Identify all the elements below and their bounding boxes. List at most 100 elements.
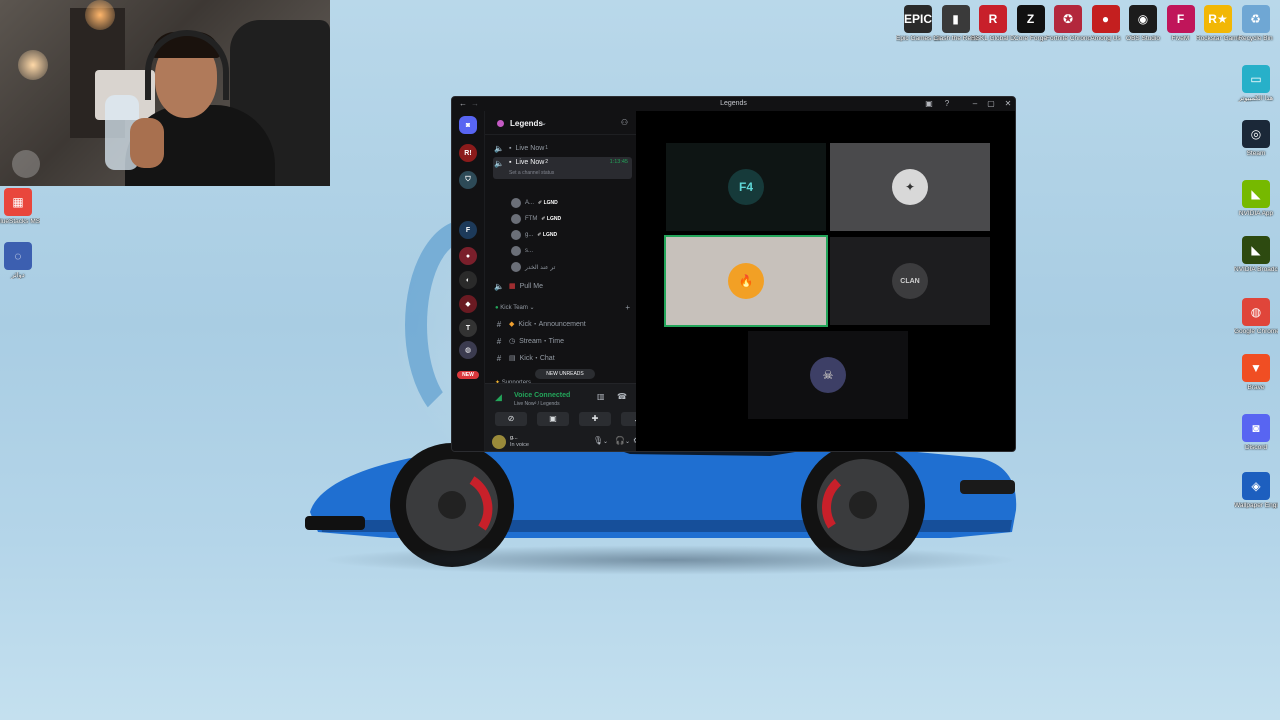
bluestacks-icon: ▦ (4, 188, 32, 216)
chevron-down-icon: ⌄ (541, 120, 547, 127)
tile-clan[interactable]: CLAN (830, 237, 990, 325)
new-unreads-button[interactable]: NEW UNREADS (535, 369, 595, 379)
server-r-icon[interactable]: R! (459, 144, 477, 162)
brave-icon: ▼ (1242, 354, 1270, 382)
text-channel-kick-chat[interactable]: # ▤ Kick・Chat (493, 351, 632, 365)
member-name: g... (525, 232, 534, 238)
inbox-icon[interactable]: ▣ (924, 99, 934, 109)
minimize-button[interactable]: – (970, 99, 980, 109)
tile-f4[interactable]: F4 (666, 143, 826, 231)
headphones-icon[interactable]: 🎧 (615, 436, 625, 445)
channel-name: Live Now (515, 159, 545, 166)
tile-fire[interactable]: 🔥 (664, 235, 828, 327)
obs-icon: ◉ (1129, 5, 1157, 33)
desktop-icon-label: Google Chrome (1234, 328, 1278, 335)
member-name: A... (525, 200, 535, 206)
participant-avatar: ✦ (892, 169, 928, 205)
server-dark-icon[interactable]: ◐ (459, 271, 477, 289)
disconnect-icon[interactable]: ☎ (617, 392, 627, 401)
category-kick-team[interactable]: ● Kick Team ⌄ (495, 304, 535, 311)
desktop-icon[interactable]: ▭ هذا الكمبيوتر (1234, 65, 1278, 102)
server-red2-icon[interactable]: ◆ (459, 295, 477, 313)
nvidia-broadcast-icon: ◣ (1242, 236, 1270, 264)
server-f-icon[interactable]: F (459, 221, 477, 239)
desktop-icon[interactable]: ◎ Steam (1234, 120, 1278, 157)
new-unreads-label: NEW UNREADS (546, 371, 584, 377)
server-red-icon[interactable]: ● (459, 247, 477, 265)
desktop-icon[interactable]: ◣ NVIDIA App (1234, 180, 1278, 217)
discord-icon: ◙ (1242, 414, 1270, 442)
guild-header[interactable]: Legends ⌄ ⚇ (485, 111, 636, 135)
mic-chevron-icon[interactable]: ⌄ (603, 438, 608, 445)
desktop-icon-label: NVIDIA Broadcast (1234, 266, 1278, 273)
user-status: In voice (510, 442, 529, 448)
member-tag: ✐ LGND (541, 216, 562, 222)
webcam-corner-icon (12, 150, 40, 178)
desktop-icon[interactable]: ◍ Google Chrome (1234, 298, 1278, 335)
voice-channel-pull-me[interactable]: 🔈 ▦ Pull Me (493, 279, 632, 293)
desktop-icon-label: BlueStacks MSI2 Insta... (0, 218, 40, 225)
voice-channel-path[interactable]: Live Now² / Legends (514, 401, 560, 407)
among-us-icon: ● (1091, 5, 1120, 33)
voice-channel-live-now-2[interactable]: 🔈 ▪ Live Now 2 1:13:45 Set a channel sta… (493, 157, 632, 179)
desktop-icon[interactable]: ◙ Discord (1234, 414, 1278, 451)
discord-home-icon[interactable]: ◙ (459, 116, 477, 134)
voice-channel-live-now-1[interactable]: 🔈 ▪ Live Now 1 (493, 141, 632, 155)
desktop-icon[interactable]: ◌ دوائر (0, 242, 40, 279)
text-channel-stream-time[interactable]: # ◷ Stream・Time (493, 334, 632, 348)
channel-emoji-icon: ◆ (509, 321, 515, 328)
clock-icon: ◷ (509, 338, 516, 345)
discord-window: ← → Legends ▣ ? – ▢ ✕ ◙ R! ⛉ F ● ◐ ◆ T ◍ NEW Le… (451, 96, 1016, 452)
audio-chevron-icon[interactable]: ⌄ (625, 438, 630, 445)
voice-member[interactable]: s... (511, 244, 533, 258)
member-tag: ✐ LGND (537, 232, 558, 238)
member-avatar (511, 198, 521, 208)
note-icon: ▤ (509, 355, 516, 362)
screen-share-button[interactable]: ▣ (537, 412, 569, 426)
desktop-icon[interactable]: ▼ Brave (1234, 354, 1278, 391)
voice-connected-status[interactable]: Voice Connected (514, 392, 570, 399)
desktop-icon[interactable]: ◣ NVIDIA Broadcast (1234, 236, 1278, 273)
title-bar: ← → Legends ▣ ? – ▢ ✕ (452, 97, 1015, 111)
desktop-icon[interactable]: ◈ Wallpaper Engine (1234, 472, 1278, 509)
microphone-icon[interactable]: 🎙 (593, 436, 603, 445)
help-icon[interactable]: ? (942, 99, 952, 109)
add-channel-icon[interactable]: + (625, 303, 630, 312)
desktop-icon-label: Steam (1246, 150, 1266, 157)
text-channel-kick-announcement[interactable]: # ◆ Kick・Announcement (493, 317, 632, 331)
channel-name: Live Now (515, 144, 545, 152)
channel-name: Kick・Chat (519, 355, 555, 362)
channel-name: Pull Me (519, 282, 543, 290)
rockstar-icon: R★ (1204, 5, 1232, 33)
member-avatar (511, 262, 521, 272)
desktop-icon[interactable]: ♻ Recycle Bin (1234, 5, 1278, 42)
server-globe-icon[interactable]: ◍ (459, 341, 477, 359)
recycle-bin-icon: ♻ (1241, 5, 1270, 33)
close-button[interactable]: ✕ (1003, 99, 1013, 109)
voice-member[interactable]: تر عند الخدر (511, 260, 555, 274)
voice-stage-grid: F4 ✦ 🔥 CLAN ☠ (636, 111, 1015, 451)
maximize-button[interactable]: ▢ (986, 99, 996, 109)
activities-button[interactable]: ✚ (579, 412, 611, 426)
tile-grey[interactable]: ✦ (830, 143, 990, 231)
tile-skull[interactable]: ☠ (748, 331, 908, 419)
participant-avatar: 🔥 (728, 263, 764, 299)
hash-icon: # (496, 319, 502, 329)
epic-games-icon: EPIC (904, 5, 932, 33)
camera-off-button[interactable]: ⊘ (495, 412, 527, 426)
voice-member[interactable]: A... ✐ LGND (511, 196, 558, 210)
server-t-icon[interactable]: T (459, 319, 477, 337)
app-icon: ◌ (4, 242, 32, 270)
channel-list: Legends ⌄ ⚇ 🔈 ▪ Live Now 1 🔈 ▪ Live Now … (484, 111, 653, 451)
user-avatar[interactable] (492, 435, 506, 449)
voice-member[interactable]: FTM ✐ LGND (511, 212, 561, 226)
desktop-icon[interactable]: ▦ BlueStacks MSI2 Insta... (0, 188, 40, 225)
noise-suppression-icon[interactable]: ▥ (597, 392, 605, 401)
set-channel-status[interactable]: Set a channel status (509, 170, 554, 176)
add-member-icon[interactable]: ⚇ (621, 118, 628, 127)
server-shield-icon[interactable]: ⛉ (459, 171, 477, 189)
channel-emoji-icon: ▦ (509, 283, 516, 290)
chrome-icon: ◍ (1242, 298, 1270, 326)
voice-member[interactable]: g... ✐ LGND (511, 228, 557, 242)
desktop-icon-label: NVIDIA App (1238, 210, 1274, 217)
